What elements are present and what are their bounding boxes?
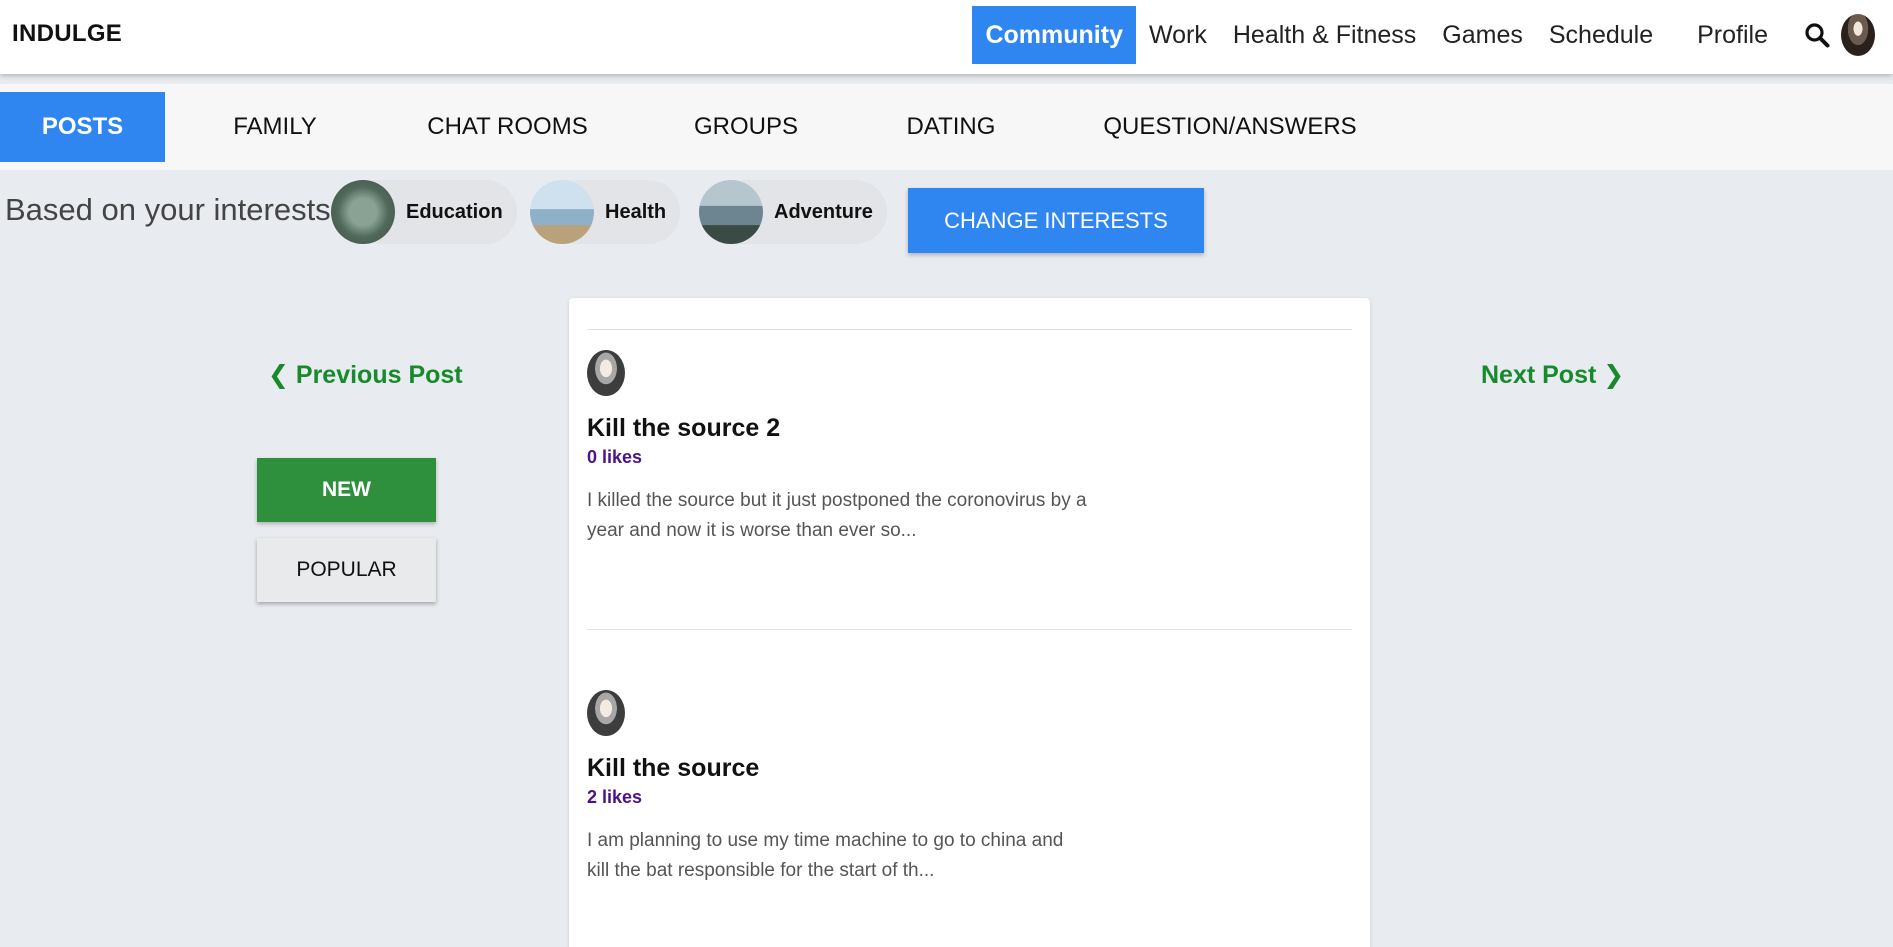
tab-posts[interactable]: POSTS — [0, 92, 165, 162]
main-nav: Community Work Health & Fitness Games Sc… — [972, 6, 1893, 64]
posts-feed: Kill the source 2 0 likes I killed the s… — [569, 298, 1370, 947]
nav-community[interactable]: Community — [972, 6, 1136, 64]
education-thumbnail — [331, 180, 395, 244]
nav-health-fitness[interactable]: Health & Fitness — [1220, 6, 1429, 64]
search-icon[interactable] — [1795, 6, 1839, 64]
post-excerpt: I am planning to use my time machine to … — [587, 830, 1064, 881]
interest-chip-label: Education — [406, 200, 503, 223]
interest-chip-label: Adventure — [774, 200, 873, 223]
post-excerpt: I killed the source but it just postpone… — [587, 490, 1087, 541]
interests-label: Based on your interests: — [5, 192, 340, 227]
sort-popular-button[interactable]: POPULAR — [257, 538, 436, 602]
tab-groups[interactable]: GROUPS — [676, 92, 816, 162]
interest-chip-adventure[interactable]: Adventure — [699, 180, 887, 244]
tab-question-answers[interactable]: QUESTION/ANSWERS — [1096, 92, 1364, 162]
post-likes: 0 likes — [587, 447, 643, 467]
next-post-link[interactable]: Next Post ❯ — [1481, 360, 1624, 390]
tab-dating[interactable]: DATING — [886, 92, 1016, 162]
post-author-avatar[interactable] — [587, 690, 625, 736]
brand-logo[interactable]: INDULGE — [12, 20, 122, 48]
divider — [587, 629, 1352, 630]
post-author-avatar[interactable] — [587, 350, 625, 396]
divider — [587, 329, 1352, 330]
interest-chip-label: Health — [605, 200, 667, 223]
change-interests-button[interactable]: CHANGE INTERESTS — [908, 188, 1204, 253]
tab-chat-rooms[interactable]: CHAT ROOMS — [410, 92, 605, 162]
post-title[interactable]: Kill the source 2 — [587, 414, 1352, 443]
nav-schedule[interactable]: Schedule — [1536, 6, 1666, 64]
community-tabs: POSTS FAMILY CHAT ROOMS GROUPS DATING QU… — [0, 84, 1893, 170]
previous-post-link[interactable]: ❮ Previous Post — [268, 360, 463, 390]
tab-family[interactable]: FAMILY — [205, 92, 345, 162]
sort-new-button[interactable]: NEW — [257, 458, 436, 522]
health-thumbnail — [530, 180, 594, 244]
nav-profile[interactable]: Profile — [1684, 6, 1781, 64]
interest-chip-education[interactable]: Education — [331, 180, 517, 244]
interest-chip-health[interactable]: Health — [530, 180, 681, 244]
nav-work[interactable]: Work — [1136, 6, 1220, 64]
post-title[interactable]: Kill the source — [587, 754, 1352, 783]
nav-games[interactable]: Games — [1429, 6, 1536, 64]
post-card[interactable]: Kill the source 2 0 likes I killed the s… — [587, 350, 1352, 546]
adventure-thumbnail — [699, 180, 763, 244]
top-navbar: INDULGE Community Work Health & Fitness … — [0, 0, 1893, 74]
post-card[interactable]: Kill the source 2 likes I am planning to… — [587, 690, 1352, 886]
user-avatar[interactable] — [1841, 14, 1875, 56]
post-likes: 2 likes — [587, 787, 643, 807]
